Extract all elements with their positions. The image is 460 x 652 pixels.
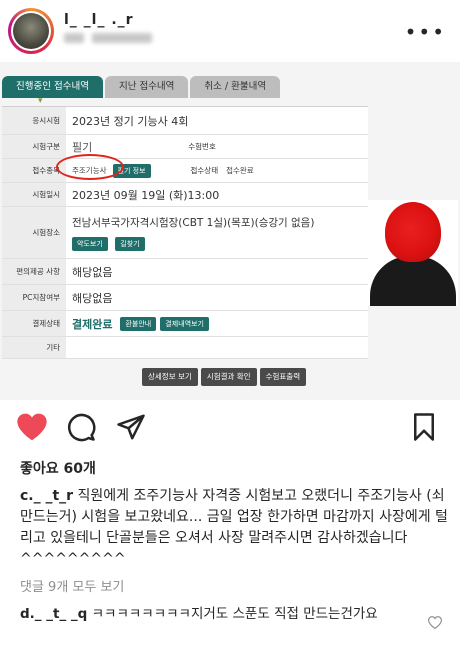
payment-status: 결제완료 <box>72 317 113 331</box>
comment-username[interactable]: d._ _t_ _q <box>20 606 87 622</box>
view-all-comments-link[interactable]: 댓글 9개 모두 보기 <box>20 576 124 595</box>
map-button[interactable]: 약도보기 <box>72 236 108 251</box>
tab-past[interactable]: 지난 접수내역 <box>104 76 189 98</box>
directions-button[interactable]: 길찾기 <box>115 236 145 251</box>
red-highlight-circle <box>56 154 124 180</box>
redacted-face <box>385 202 441 262</box>
post-image[interactable]: 진행중인 접수내역 지난 접수내역 취소 / 환불내역 ▾ 응시시험 2023년… <box>0 62 460 400</box>
caption-username[interactable]: c._ _t_r <box>20 488 73 504</box>
comment-icon[interactable] <box>66 412 96 446</box>
heart-filled-icon[interactable] <box>16 412 48 446</box>
tab-cancel-refund[interactable]: 취소 / 환불내역 <box>190 76 281 98</box>
like-count[interactable]: 좋아요 60개 <box>20 458 96 478</box>
table-row: 시험일시 2023년 09월 19일 (화)13:00 <box>2 183 368 207</box>
reception-detail-table: 응시시험 2023년 정기 기능사 4회 시험구분 필기 수험번호 접수종목 주… <box>2 106 368 359</box>
id-photo <box>368 200 458 306</box>
location-subline <box>64 32 152 46</box>
detail-buttons: 상세정보 보기 시험결과 확인 수험표출력 <box>142 368 309 386</box>
table-row: 시험구분 필기 수험번호 <box>2 135 368 159</box>
tab-current[interactable]: 진행중인 접수내역 <box>2 76 103 98</box>
table-row: 응시시험 2023년 정기 기능사 4회 <box>2 107 368 135</box>
reception-tabs: 진행중인 접수내역 지난 접수내역 취소 / 환불내역 <box>2 76 282 98</box>
print-ticket-button[interactable]: 수험표출력 <box>259 368 307 386</box>
chevron-down-icon: ▾ <box>38 96 43 106</box>
payment-history-button[interactable]: 결제내역보기 <box>160 316 209 331</box>
check-results-button[interactable]: 시험결과 확인 <box>200 368 257 386</box>
heart-outline-icon[interactable] <box>427 614 443 633</box>
refund-info-button[interactable]: 환불안내 <box>120 316 157 331</box>
comment-item: d._ _t_ _q ㅋㅋㅋㅋㅋㅋㅋㅋ지거도 스푼도 직접 만드는건가요 <box>20 604 410 624</box>
blurred-text <box>64 33 84 43</box>
table-row: 시험장소 전남서부국가자격시험장(CBT 1실)(목포)(승강기 없음) 약도보… <box>2 207 368 259</box>
bookmark-icon[interactable] <box>410 412 438 446</box>
table-row: 기타 <box>2 337 368 359</box>
avatar-image <box>13 13 49 49</box>
comment-text: ㅋㅋㅋㅋㅋㅋㅋㅋ지거도 스푼도 직접 만드는건가요 <box>87 606 378 622</box>
table-row: 편의제공 사항 해당없음 <box>2 259 368 285</box>
avatar[interactable] <box>8 8 54 54</box>
table-row: 결제상태 결제완료 환불안내 결제내역보기 <box>2 311 368 337</box>
send-icon[interactable] <box>116 412 146 446</box>
username[interactable]: l_ _l_ ._r <box>64 12 134 28</box>
blurred-text <box>91 33 152 43</box>
more-horizontal-icon[interactable]: ••• <box>405 20 446 44</box>
table-row: PC지참여부 해당없음 <box>2 285 368 311</box>
post-caption: c._ _t_r 직원에게 조주기능사 자격증 시험보고 오랬더니 주조기능사 … <box>20 486 450 570</box>
action-bar <box>0 400 460 452</box>
view-details-button[interactable]: 상세정보 보기 <box>142 368 198 386</box>
caption-text: 직원에게 조주기능사 자격증 시험보고 오랬더니 주조기능사 (쇠만드는거) 시… <box>20 488 448 567</box>
post-header: l_ _l_ ._r ••• <box>0 0 460 62</box>
